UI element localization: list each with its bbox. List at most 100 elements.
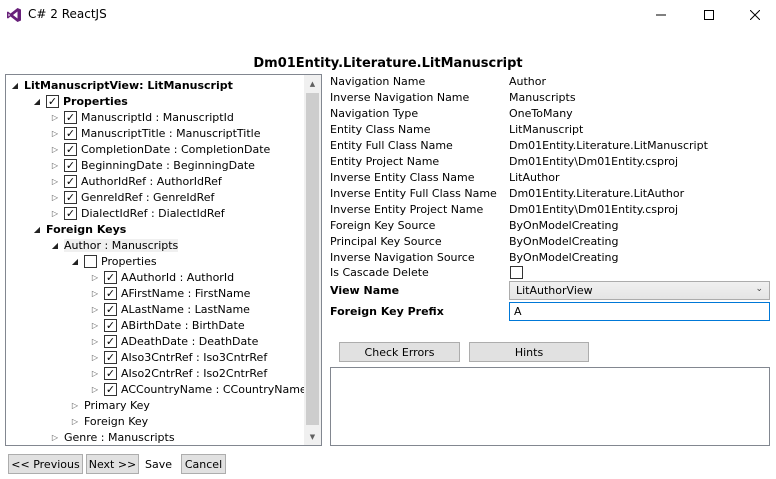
view-name-select[interactable]: LitAuthorView ⌄ bbox=[509, 281, 770, 300]
property-row: Inverse Navigation Name Manuscripts bbox=[330, 90, 770, 106]
tree-property-label: ManuscriptTitle : ManuscriptTitle bbox=[81, 126, 261, 140]
tree-property-item[interactable]: ▷ ✓ CompletionDate : CompletionDate bbox=[50, 141, 270, 157]
property-checkbox[interactable]: ✓ bbox=[64, 110, 77, 124]
tree-fk-author-node[interactable]: ◢ Author : Manuscripts bbox=[50, 237, 179, 253]
tree-property-item[interactable]: ▷ ✓ ManuscriptTitle : ManuscriptTitle bbox=[50, 125, 261, 141]
expand-icon[interactable]: ▷ bbox=[50, 192, 60, 202]
expand-icon[interactable]: ▷ bbox=[50, 160, 60, 170]
expand-icon[interactable]: ▷ bbox=[50, 112, 60, 122]
tree-primary-key-node[interactable]: ▷ Primary Key bbox=[70, 397, 150, 413]
property-checkbox[interactable]: ✓ bbox=[104, 334, 117, 348]
maximize-icon bbox=[704, 10, 714, 20]
property-checkbox[interactable]: ✓ bbox=[104, 382, 117, 396]
tree-property-item[interactable]: ▷ ✓ AFirstName : FirstName bbox=[90, 285, 250, 301]
tree-fk-author-properties-node[interactable]: ◢ Properties bbox=[70, 253, 157, 269]
collapse-icon[interactable]: ◢ bbox=[70, 256, 80, 266]
tree-property-item[interactable]: ▷ ✓ AAuthorId : AuthorId bbox=[90, 269, 234, 285]
scroll-down-icon[interactable]: ▼ bbox=[304, 428, 321, 445]
property-row: Entity Class Name LitManuscript bbox=[330, 122, 770, 138]
collapse-icon[interactable]: ◢ bbox=[32, 224, 42, 234]
check-errors-button[interactable]: Check Errors bbox=[339, 342, 460, 362]
tree-property-item[interactable]: ▷ ✓ ManuscriptId : ManuscriptId bbox=[50, 109, 234, 125]
tree-property-item[interactable]: ▷ ✓ ALastName : LastName bbox=[90, 301, 250, 317]
expand-icon[interactable]: ▷ bbox=[90, 336, 100, 346]
properties-checkbox[interactable] bbox=[84, 254, 97, 268]
properties-checkbox[interactable]: ✓ bbox=[46, 94, 59, 108]
close-button[interactable] bbox=[732, 0, 776, 30]
tree-property-label: CompletionDate : CompletionDate bbox=[81, 142, 271, 156]
tree-property-label: ALastName : LastName bbox=[121, 302, 250, 316]
expand-icon[interactable]: ▷ bbox=[90, 368, 100, 378]
scrollbar-thumb[interactable] bbox=[306, 93, 319, 425]
tree-property-item[interactable]: ▷ ✓ ABirthDate : BirthDate bbox=[90, 317, 245, 333]
expand-icon[interactable]: ▷ bbox=[90, 384, 100, 394]
tree-property-item[interactable]: ▷ ✓ BeginningDate : BeginningDate bbox=[50, 157, 255, 173]
expand-icon[interactable]: ▷ bbox=[90, 304, 100, 314]
tree-property-item[interactable]: ▷ ✓ AIso3CntrRef : Iso3CntrRef bbox=[90, 349, 267, 365]
previous-button[interactable]: << Previous bbox=[8, 454, 83, 474]
property-value: Dm01Entity.Literature.LitAuthor bbox=[509, 187, 685, 200]
collapse-icon[interactable]: ◢ bbox=[10, 80, 20, 90]
expand-icon[interactable]: ▷ bbox=[50, 144, 60, 154]
tree-root[interactable]: ◢ LitManuscriptView: LitManuscript bbox=[10, 77, 233, 93]
property-checkbox[interactable]: ✓ bbox=[64, 174, 77, 188]
tree-property-item[interactable]: ▷ ✓ AuthorIdRef : AuthorIdRef bbox=[50, 173, 222, 189]
hints-button[interactable]: Hints bbox=[469, 342, 589, 362]
minimize-button[interactable] bbox=[638, 0, 684, 30]
property-name: Foreign Key Prefix bbox=[330, 305, 444, 318]
save-button[interactable]: Save bbox=[145, 458, 172, 471]
property-checkbox[interactable]: ✓ bbox=[64, 206, 77, 220]
expand-icon[interactable]: ▷ bbox=[90, 320, 100, 330]
next-button[interactable]: Next >> bbox=[86, 454, 139, 474]
property-checkbox[interactable]: ✓ bbox=[104, 302, 117, 316]
expand-icon[interactable]: ▷ bbox=[90, 288, 100, 298]
property-checkbox[interactable]: ✓ bbox=[64, 158, 77, 172]
entity-tree[interactable]: ◢ LitManuscriptView: LitManuscript ◢ ✓ P… bbox=[5, 74, 322, 446]
property-name: Navigation Type bbox=[330, 107, 419, 120]
collapse-icon[interactable]: ◢ bbox=[50, 240, 60, 250]
property-row: Entity Full Class Name Dm01Entity.Literat… bbox=[330, 138, 770, 154]
cancel-button[interactable]: Cancel bbox=[181, 454, 226, 474]
output-textarea[interactable] bbox=[330, 367, 770, 446]
expand-icon[interactable]: ▷ bbox=[70, 416, 80, 426]
property-checkbox[interactable]: ✓ bbox=[64, 126, 77, 140]
tree-foreign-keys-node[interactable]: ◢ Foreign Keys bbox=[32, 221, 126, 237]
expand-icon[interactable]: ▷ bbox=[70, 400, 80, 410]
expand-icon[interactable]: ▷ bbox=[50, 176, 60, 186]
maximize-button[interactable] bbox=[686, 0, 732, 30]
property-checkbox[interactable]: ✓ bbox=[64, 142, 77, 156]
expand-icon[interactable]: ▷ bbox=[90, 352, 100, 362]
tree-property-item[interactable]: ▷ ✓ DialectIdRef : DialectIdRef bbox=[50, 205, 225, 221]
property-checkbox[interactable]: ✓ bbox=[104, 270, 117, 284]
property-checkbox[interactable]: ✓ bbox=[104, 366, 117, 380]
tree-property-label: AIso3CntrRef : Iso3CntrRef bbox=[121, 350, 268, 364]
cascade-delete-checkbox[interactable] bbox=[510, 266, 523, 279]
property-row: Navigation Type OneToMany bbox=[330, 106, 770, 122]
expand-icon[interactable]: ▷ bbox=[50, 208, 60, 218]
property-checkbox[interactable]: ✓ bbox=[104, 286, 117, 300]
property-checkbox[interactable]: ✓ bbox=[104, 350, 117, 364]
property-checkbox[interactable]: ✓ bbox=[104, 318, 117, 332]
tree-fk-genre-node[interactable]: ▷ Genre : Manuscripts bbox=[50, 429, 175, 445]
tree-property-item[interactable]: ▷ ✓ ACCountryName : CCountryName bbox=[90, 381, 307, 397]
property-checkbox[interactable]: ✓ bbox=[64, 190, 77, 204]
window-title: C# 2 ReactJS bbox=[28, 7, 107, 21]
expand-icon[interactable]: ▷ bbox=[50, 432, 60, 442]
tree-property-item[interactable]: ▷ ✓ ADeathDate : DeathDate bbox=[90, 333, 258, 349]
property-name: Entity Project Name bbox=[330, 155, 440, 168]
collapse-icon[interactable]: ◢ bbox=[32, 96, 42, 106]
tree-properties-node[interactable]: ◢ ✓ Properties bbox=[32, 93, 128, 109]
tree-foreign-key-node[interactable]: ▷ Foreign Key bbox=[70, 413, 148, 429]
property-row: Principal Key Source ByOnModelCreating bbox=[330, 234, 770, 250]
view-name-row: View Name LitAuthorView ⌄ bbox=[330, 281, 770, 300]
tree-node-label: Properties bbox=[101, 254, 157, 268]
select-value: LitAuthorView bbox=[516, 284, 593, 297]
tree-property-item[interactable]: ▷ ✓ GenreIdRef : GenreIdRef bbox=[50, 189, 214, 205]
expand-icon[interactable]: ▷ bbox=[90, 272, 100, 282]
expand-icon[interactable]: ▷ bbox=[50, 128, 60, 138]
fk-prefix-input[interactable] bbox=[509, 302, 770, 321]
scroll-up-icon[interactable]: ▲ bbox=[304, 75, 321, 92]
cascade-delete-row: Is Cascade Delete bbox=[330, 265, 770, 281]
tree-scrollbar[interactable]: ▲ ▼ bbox=[304, 75, 321, 445]
tree-property-item[interactable]: ▷ ✓ AIso2CntrRef : Iso2CntrRef bbox=[90, 365, 267, 381]
